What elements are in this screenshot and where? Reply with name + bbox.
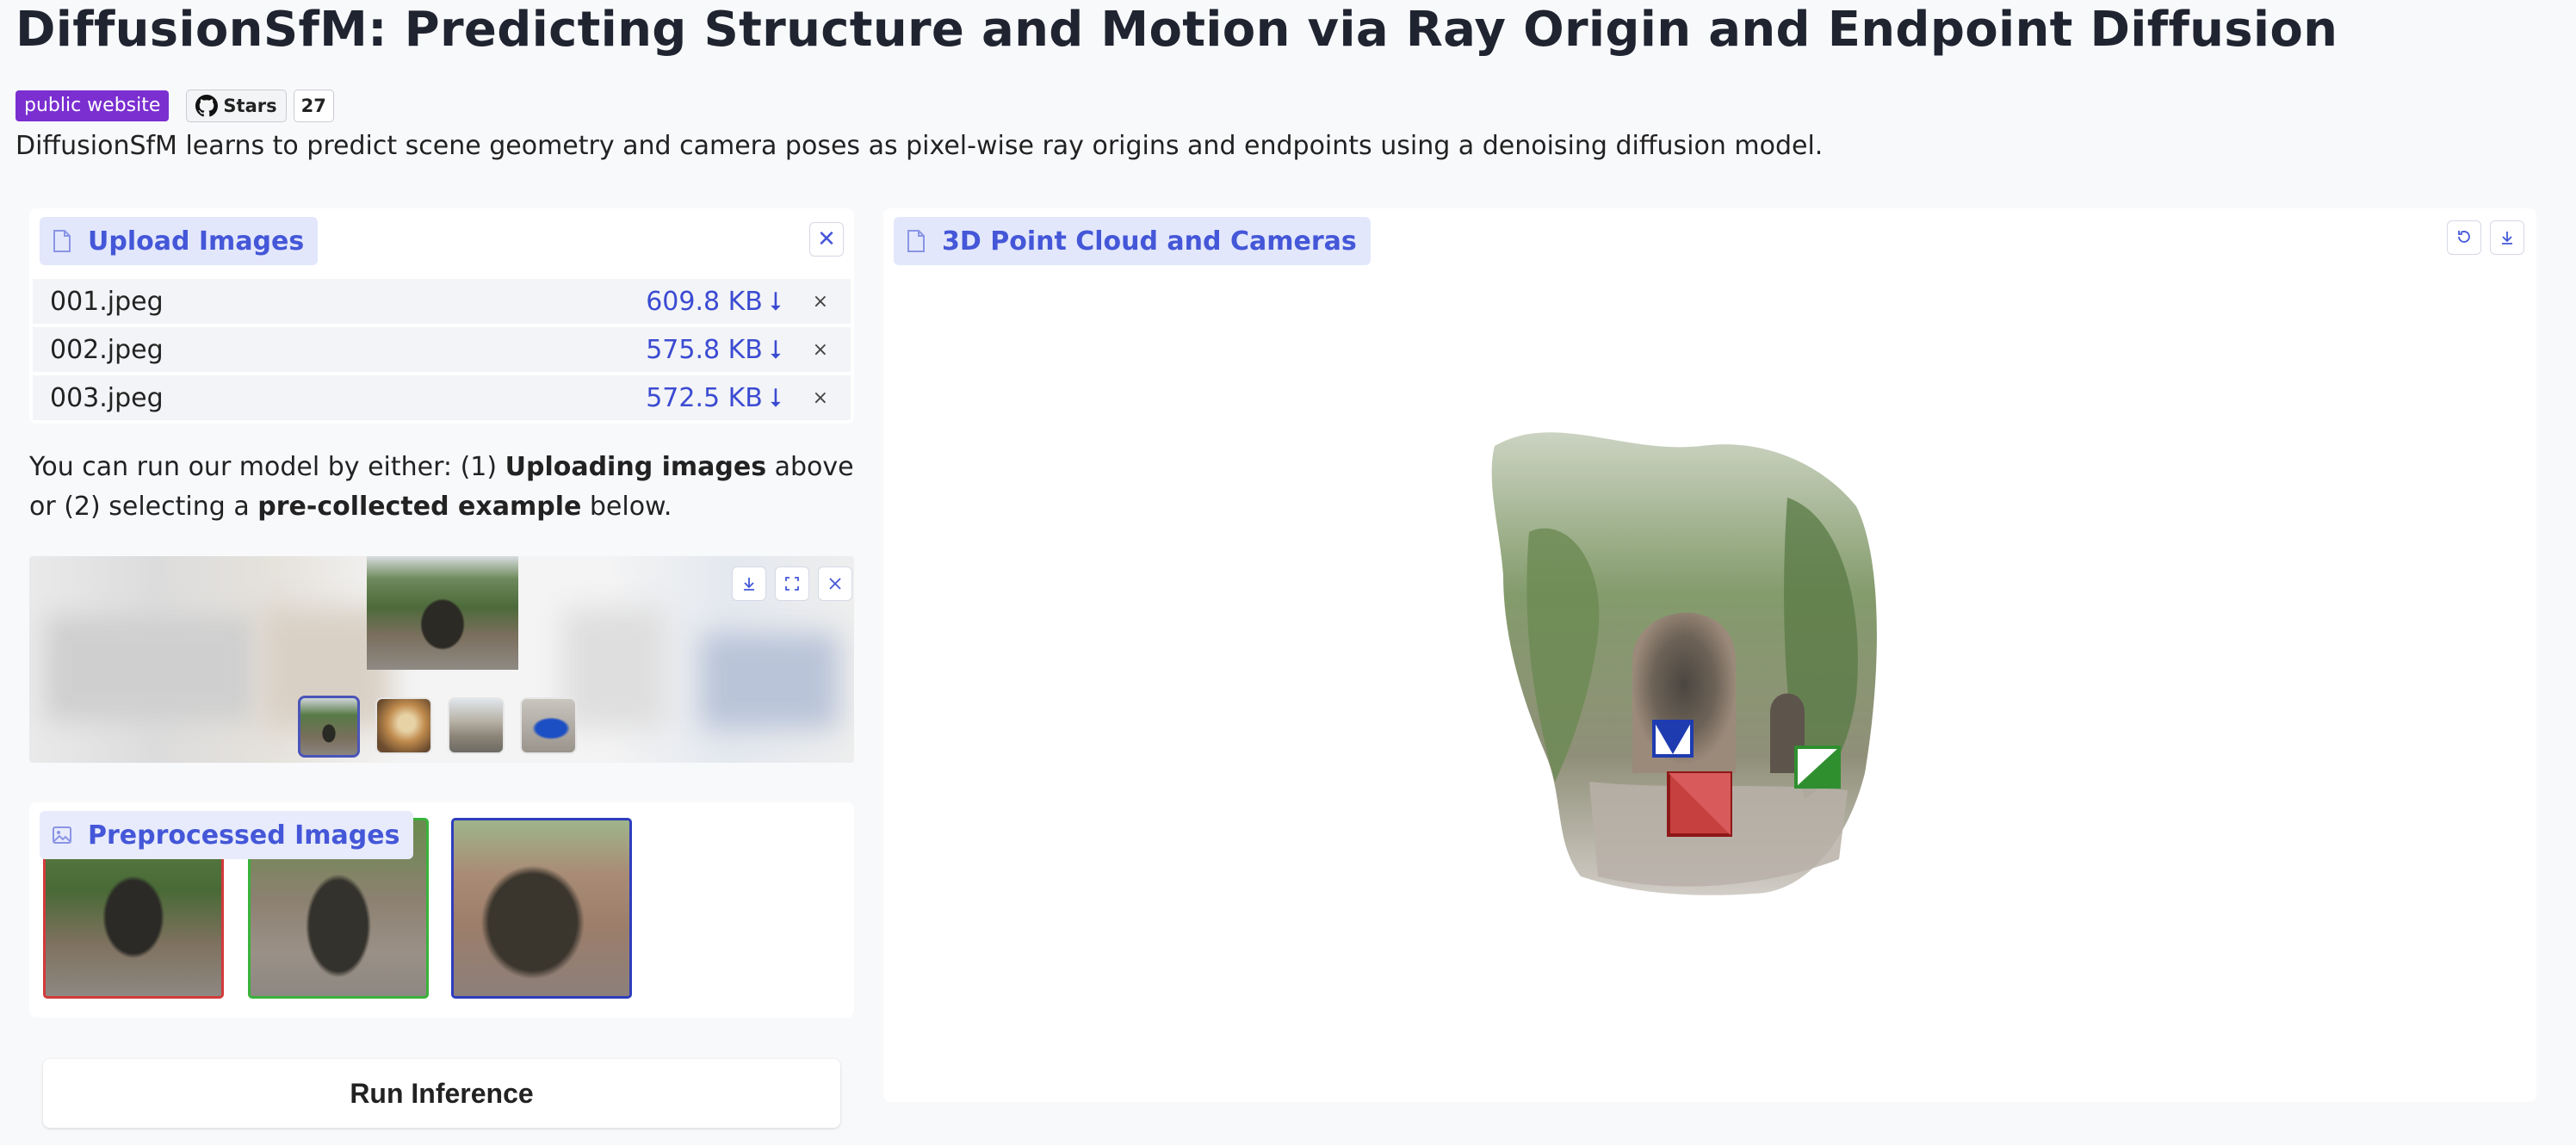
page-description: DiffusionSfM learns to predict scene geo… <box>15 131 1824 161</box>
point-cloud-label: 3D Point Cloud and Cameras <box>894 217 1371 265</box>
run-inference-button[interactable]: Run Inference <box>43 1059 840 1128</box>
preprocessed-images-label: Preprocessed Images <box>40 811 414 859</box>
image-icon <box>53 826 71 844</box>
reset-view-button[interactable] <box>2447 220 2481 255</box>
blurred-preview <box>563 608 666 728</box>
file-size-download[interactable]: 575.8 KB ⭣ <box>646 335 782 365</box>
preprocessed-image[interactable] <box>451 818 632 999</box>
download-model-button[interactable] <box>2490 220 2524 255</box>
download-arrow-icon: ⭣ <box>769 334 782 365</box>
blurred-preview <box>701 634 839 728</box>
gallery-toolbar <box>732 566 852 601</box>
public-website-badge[interactable]: public website <box>15 90 170 121</box>
example-thumbnail-building[interactable] <box>448 697 505 754</box>
upload-images-panel[interactable]: Upload Images ✕ 001.jpeg 609.8 KB ⭣ × 002… <box>29 208 854 424</box>
viewer-toolbar <box>2447 220 2524 255</box>
file-icon <box>907 230 925 252</box>
gallery-close-button[interactable] <box>818 566 852 601</box>
example-thumbnail-archway[interactable] <box>298 696 360 758</box>
upload-images-label: Upload Images <box>40 217 319 265</box>
reset-icon <box>2458 231 2470 243</box>
usage-hint: You can run our model by either: (1) Upl… <box>29 452 854 522</box>
file-row[interactable]: 001.jpeg 609.8 KB ⭣ × <box>33 279 851 324</box>
download-icon <box>744 578 754 591</box>
gallery-download-button[interactable] <box>732 566 766 601</box>
remove-file-button[interactable]: × <box>813 291 828 313</box>
download-arrow-icon: ⭣ <box>769 286 782 317</box>
github-icon <box>195 95 219 117</box>
file-size-download[interactable]: 572.5 KB ⭣ <box>646 383 782 413</box>
github-stars-widget[interactable]: Stars 27 <box>186 90 334 122</box>
fullscreen-icon <box>785 577 799 591</box>
gallery-fullscreen-button[interactable] <box>775 566 809 601</box>
page-title: DiffusionSfM: Predicting Structure and M… <box>15 2 2338 58</box>
camera-green <box>1794 746 1841 789</box>
github-stars-button[interactable]: Stars <box>186 90 287 122</box>
point-cloud-render[interactable] <box>1477 412 1960 928</box>
github-stars-label: Stars <box>223 96 277 116</box>
point-cloud-viewer-panel[interactable]: 3D Point Cloud and Cameras <box>883 208 2536 1102</box>
example-gallery[interactable] <box>29 556 854 763</box>
example-thumbnail-plush-toy[interactable] <box>375 697 432 754</box>
blurred-preview <box>46 616 253 720</box>
file-row[interactable]: 002.jpeg 575.8 KB ⭣ × <box>33 327 851 372</box>
camera-red <box>1667 771 1732 837</box>
close-icon <box>829 578 841 590</box>
download-arrow-icon: ⭣ <box>769 382 782 413</box>
remove-file-button[interactable]: × <box>813 339 828 361</box>
remove-file-button[interactable]: × <box>813 387 828 409</box>
download-icon <box>2502 232 2512 244</box>
file-size-download[interactable]: 609.8 KB ⭣ <box>646 287 782 317</box>
example-thumbnails <box>298 696 577 758</box>
file-name: 001.jpeg <box>50 286 164 317</box>
clear-uploads-button[interactable]: ✕ <box>809 222 844 257</box>
file-name: 003.jpeg <box>50 382 164 413</box>
badge-row: public website Stars 27 <box>15 90 334 122</box>
example-thumbnail-blue-hat[interactable] <box>520 697 577 754</box>
file-icon <box>53 230 71 252</box>
github-stars-count[interactable]: 27 <box>293 90 334 122</box>
file-name: 002.jpeg <box>50 334 164 365</box>
file-row[interactable]: 003.jpeg 572.5 KB ⭣ × <box>33 375 851 420</box>
close-icon: ✕ <box>817 226 836 252</box>
preprocessed-images-panel: Preprocessed Images <box>29 802 854 1018</box>
camera-blue <box>1652 720 1694 758</box>
gallery-main-image[interactable] <box>367 556 518 670</box>
